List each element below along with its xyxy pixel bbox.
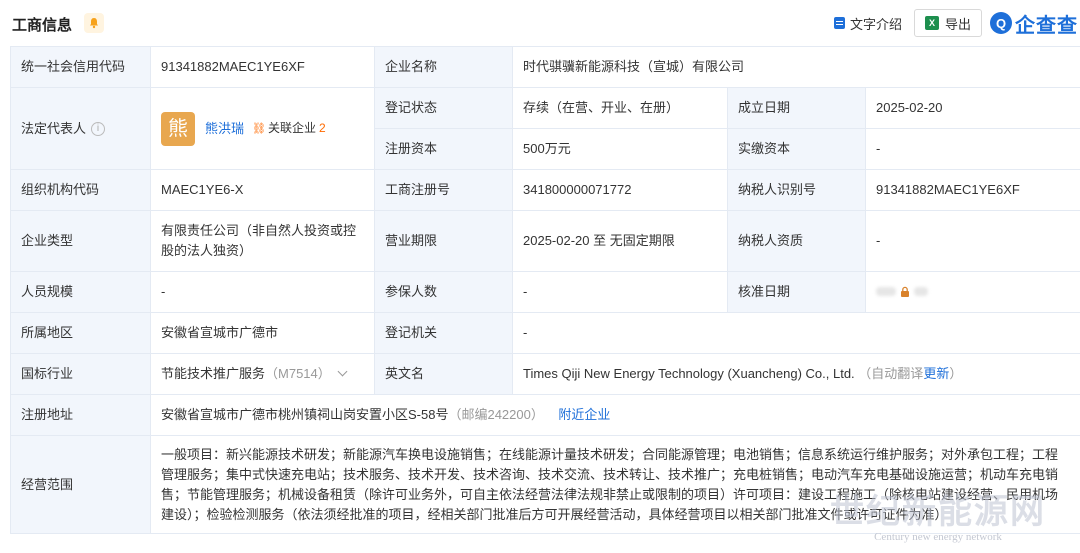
- paid-capital-value: -: [865, 128, 1080, 170]
- founded-label: 成立日期: [727, 87, 866, 129]
- company-name-value: 时代骐骥新能源科技（宣城）有限公司: [512, 46, 1080, 88]
- staff-size-value: -: [150, 271, 375, 313]
- reg-authority-value: -: [512, 312, 1080, 354]
- region-label: 所属地区: [10, 312, 151, 354]
- document-icon: [833, 17, 845, 29]
- export-label: 导出: [944, 16, 971, 32]
- taxpayer-id-value: 91341882MAEC1YE6XF: [865, 169, 1080, 211]
- section-title: 工商信息: [12, 17, 73, 34]
- related-count: 2: [319, 121, 326, 135]
- legal-rep-name-link[interactable]: 熊洪瑞: [205, 119, 244, 139]
- text-intro-button[interactable]: 文字介绍: [833, 14, 902, 33]
- update-translation-link[interactable]: 更新: [923, 366, 949, 381]
- company-name-label: 企业名称: [374, 46, 513, 88]
- reg-capital-label: 注册资本: [374, 128, 513, 170]
- export-button[interactable]: X 导出: [913, 9, 982, 37]
- related-label: 关联企业: [267, 121, 316, 135]
- table-row: 组织机构代码 MAEC1YE6-X 工商注册号 341800000071772 …: [10, 169, 1080, 211]
- credit-code-label: 统一社会信用代码: [10, 46, 151, 88]
- brand-name: 企查查: [1015, 14, 1078, 37]
- company-type-label: 企业类型: [10, 210, 151, 272]
- legal-rep-label: 法定代表人: [21, 120, 87, 136]
- brand-logo[interactable]: Q 企查查: [990, 9, 1078, 38]
- auto-translate-note-end: ）: [949, 366, 963, 381]
- insured-label: 参保人数: [374, 271, 513, 313]
- text-intro-label: 文字介绍: [849, 16, 902, 32]
- legal-rep-label-cell: 法定代表人 i: [10, 87, 151, 170]
- industry-value: 节能技术推广服务: [161, 366, 266, 381]
- section-header: 工商信息 文字介绍 X 导出 Q 企查查: [0, 0, 1080, 46]
- header-tools: 文字介绍 X 导出 Q 企查查: [833, 8, 1080, 38]
- english-name-cell: Times Qiji New Energy Technology (Xuanch…: [512, 353, 1080, 395]
- staff-size-label: 人员规模: [10, 271, 151, 313]
- bell-icon[interactable]: [84, 13, 104, 33]
- relation-icon: ⛓: [252, 123, 266, 135]
- english-name-value: Times Qiji New Energy Technology (Xuanch…: [523, 366, 855, 381]
- company-type-value: 有限责任公司（非自然人投资或控股的法人独资）: [150, 210, 375, 272]
- address-value: 安徽省宣城市广德市桃州镇祠山岗安置小区S-58号: [161, 407, 449, 422]
- qcc-logo-icon: Q: [990, 12, 1012, 34]
- nearby-companies-link[interactable]: 附近企业: [558, 407, 610, 422]
- insured-value: -: [512, 271, 728, 313]
- reg-no-value: 341800000071772: [512, 169, 728, 211]
- table-row: 国标行业 节能技术推广服务（M7514） 英文名 Times Qiji New …: [10, 353, 1080, 395]
- founded-value: 2025-02-20: [865, 87, 1080, 129]
- table-row: 法定代表人 i 熊 熊洪瑞 ⛓ 关联企业 2 登记状态 存续（在营、开业、在册） 成立…: [10, 87, 1080, 170]
- business-term-label: 营业期限: [374, 210, 513, 272]
- address-cell: 安徽省宣城市广德市桃州镇祠山岗安置小区S-58号（邮编242200） 附近企业: [150, 394, 1080, 436]
- approval-date-label: 核准日期: [727, 271, 866, 313]
- credit-code-value: 91341882MAEC1YE6XF: [150, 46, 375, 88]
- business-term-value: 2025-02-20 至 无固定期限: [512, 210, 728, 272]
- english-name-label: 英文名: [374, 353, 513, 395]
- taxpayer-qual-value: -: [865, 210, 1080, 272]
- help-icon[interactable]: i: [91, 122, 106, 137]
- taxpayer-id-label: 纳税人识别号: [727, 169, 866, 211]
- lock-icon: [901, 286, 909, 297]
- table-row: 所属地区 安徽省宣城市广德市 登记机关 -: [10, 312, 1080, 354]
- reg-status-value: 存续（在营、开业、在册）: [512, 87, 728, 129]
- address-label: 注册地址: [10, 394, 151, 436]
- reg-authority-label: 登记机关: [374, 312, 513, 354]
- table-row: 注册地址 安徽省宣城市广德市桃州镇祠山岗安置小区S-58号（邮编242200） …: [10, 394, 1080, 436]
- excel-icon: X: [924, 16, 939, 30]
- table-row: 企业类型 有限责任公司（非自然人投资或控股的法人独资） 营业期限 2025-02…: [10, 210, 1080, 272]
- approval-date-cell[interactable]: [865, 271, 1080, 313]
- taxpayer-qual-label: 纳税人资质: [727, 210, 866, 272]
- table-row: 人员规模 - 参保人数 - 核准日期: [10, 271, 1080, 313]
- org-code-label: 组织机构代码: [10, 169, 151, 211]
- industry-label: 国标行业: [10, 353, 151, 395]
- reg-no-label: 工商注册号: [374, 169, 513, 211]
- legal-rep-cell: 熊 熊洪瑞 ⛓ 关联企业 2: [150, 87, 375, 170]
- avatar[interactable]: 熊: [161, 111, 195, 146]
- postcode: （邮编242200）: [448, 407, 544, 422]
- auto-translate-note: （自动翻译: [858, 366, 924, 381]
- business-info-table: 统一社会信用代码 91341882MAEC1YE6XF 企业名称 时代骐骥新能源…: [10, 46, 1080, 534]
- reg-capital-value: 500万元: [512, 128, 728, 170]
- scope-label: 经营范围: [10, 435, 151, 534]
- related-companies-link[interactable]: ⛓ 关联企业 2: [252, 118, 326, 139]
- org-code-value: MAEC1YE6-X: [150, 169, 375, 211]
- table-row: 统一社会信用代码 91341882MAEC1YE6XF 企业名称 时代骐骥新能源…: [10, 46, 1080, 88]
- table-row: 经营范围 一般项目：新兴能源技术研发；新能源汽车换电设施销售；在线能源计量技术研…: [10, 435, 1080, 534]
- chevron-down-icon[interactable]: [337, 366, 348, 377]
- industry-cell[interactable]: 节能技术推广服务（M7514）: [150, 353, 375, 395]
- region-value: 安徽省宣城市广德市: [150, 312, 375, 354]
- scope-value: 一般项目：新兴能源技术研发；新能源汽车换电设施销售；在线能源计量技术研发；合同能…: [150, 435, 1080, 534]
- industry-code: （M7514）: [265, 366, 331, 381]
- paid-capital-label: 实缴资本: [727, 128, 866, 170]
- reg-status-label: 登记状态: [374, 87, 513, 129]
